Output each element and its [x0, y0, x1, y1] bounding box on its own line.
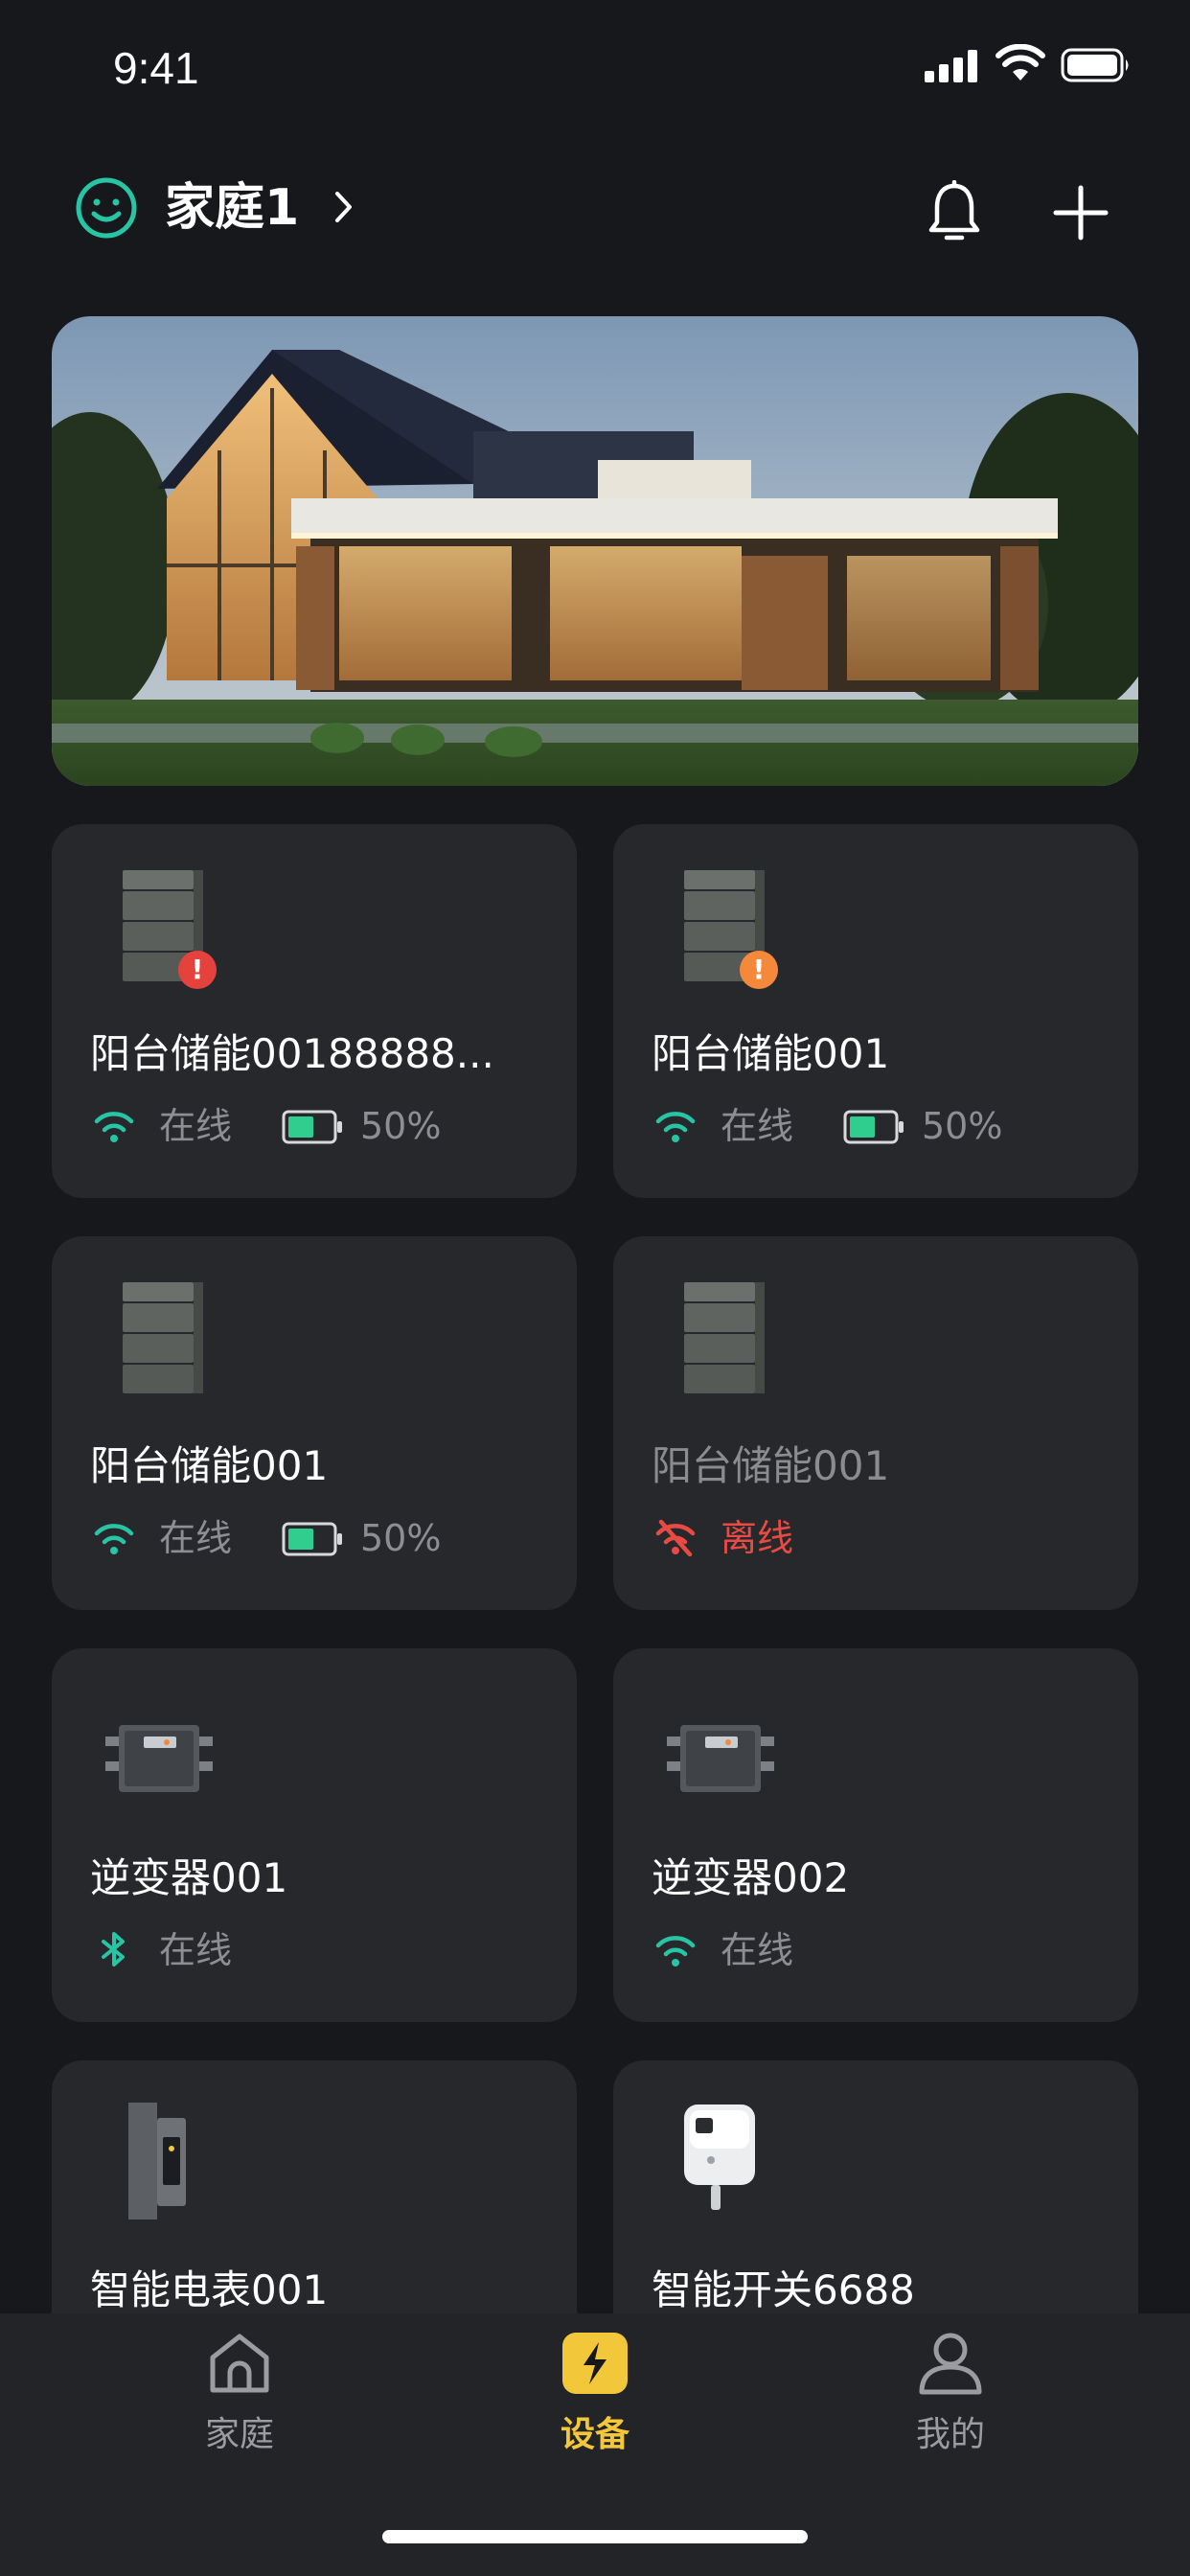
tab-home-label: 家庭 — [204, 2415, 274, 2454]
plus-icon[interactable] — [1052, 184, 1110, 242]
battery-level: 50% — [922, 1105, 1003, 1147]
chevron-right-icon[interactable] — [333, 190, 355, 224]
tab-profile-label: 我的 — [915, 2415, 985, 2454]
house-banner-image — [52, 316, 1138, 786]
device-card[interactable]: 阳台储能001 在线 50% — [52, 1236, 577, 1610]
device-name: 智能开关6688 — [652, 2266, 915, 2313]
tab-devices-label: 设备 — [560, 2415, 629, 2454]
battery-level: 50% — [360, 1517, 442, 1559]
device-card[interactable]: 阳台储能001 离线 — [613, 1236, 1138, 1610]
home-title[interactable]: 家庭1 — [165, 176, 299, 240]
device-name: 阳台储能00188888... — [90, 1030, 494, 1077]
device-name: 逆变器001 — [90, 1854, 288, 1901]
smart-plug-image — [657, 2099, 782, 2223]
device-name: 阳台储能001 — [652, 1442, 890, 1489]
battery-level: 50% — [360, 1105, 442, 1147]
smart-meter-image — [96, 2099, 220, 2223]
cellular-signal-icon — [925, 50, 978, 82]
tab-devices[interactable]: 设备 — [499, 2329, 691, 2463]
device-name: 阳台储能001 — [652, 1030, 890, 1077]
wifi-icon — [90, 1518, 138, 1556]
device-name: 阳台储能001 — [90, 1442, 329, 1489]
connection-status: 在线 — [721, 1105, 794, 1147]
battery-icon — [843, 1110, 904, 1144]
connection-status: 在线 — [159, 1929, 233, 1971]
smile-icon[interactable] — [75, 176, 138, 240]
device-name: 逆变器002 — [652, 1854, 850, 1901]
tab-profile[interactable]: 我的 — [855, 2329, 1046, 2463]
lightning-icon — [562, 2333, 628, 2394]
wifi-icon — [652, 1106, 699, 1144]
connection-status: 离线 — [721, 1517, 794, 1559]
energy-storage-image — [657, 1275, 782, 1399]
device-card[interactable]: ! 阳台储能00188888... 在线 50% — [52, 824, 577, 1198]
wifi-icon — [652, 1930, 699, 1968]
bluetooth-icon — [90, 1930, 138, 1968]
device-card[interactable]: 逆变器002 在线 — [613, 1648, 1138, 2022]
home-indicator — [382, 2530, 808, 2543]
wifi-status-icon — [995, 44, 1045, 80]
tab-home[interactable]: 家庭 — [144, 2329, 335, 2463]
connection-status: 在线 — [721, 1929, 794, 1971]
device-name: 智能电表001 — [90, 2266, 329, 2313]
house-icon — [210, 2334, 269, 2393]
person-icon — [919, 2333, 982, 2395]
energy-storage-image — [96, 1275, 220, 1399]
battery-icon — [282, 1110, 343, 1144]
device-card[interactable]: 逆变器001 在线 — [52, 1648, 577, 2022]
wifi-icon — [90, 1106, 138, 1144]
alert-error-icon: ! — [178, 951, 217, 989]
wifi-off-icon — [652, 1518, 699, 1557]
inverter-image — [657, 1687, 782, 1811]
connection-status: 在线 — [159, 1105, 233, 1147]
inverter-image — [96, 1687, 220, 1811]
battery-icon — [282, 1522, 343, 1556]
banner-carousel[interactable] — [52, 316, 1138, 786]
status-bar: 9:41 — [0, 0, 1190, 144]
alert-warning-icon: ! — [740, 951, 778, 989]
connection-status: 在线 — [159, 1517, 233, 1559]
bell-icon[interactable] — [926, 180, 983, 243]
status-time: 9:41 — [113, 43, 199, 93]
battery-status-icon — [1061, 48, 1129, 82]
device-card[interactable]: ! 阳台储能001 在线 50% — [613, 824, 1138, 1198]
